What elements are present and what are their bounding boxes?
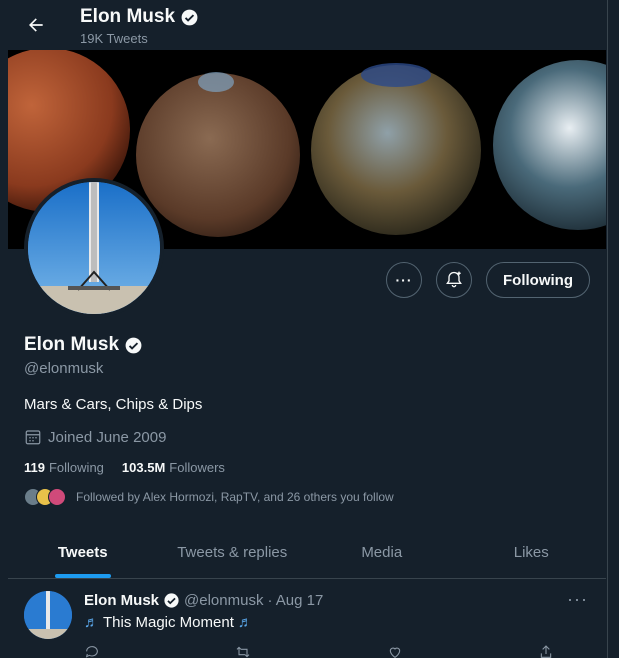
- verified-badge-icon: [125, 337, 142, 353]
- header-name-text: Elon Musk: [80, 6, 176, 27]
- header-name: Elon Musk: [80, 6, 199, 28]
- following-button[interactable]: Following: [486, 262, 590, 298]
- joined-text: Joined June 2009: [48, 428, 167, 446]
- followers-label: Followers: [169, 460, 225, 475]
- more-button[interactable]: ···: [386, 262, 423, 298]
- profile-handle: @elonmusk: [24, 360, 104, 377]
- like-button[interactable]: [387, 644, 409, 658]
- following-link[interactable]: 119 Following: [24, 460, 104, 475]
- reply-icon: [85, 646, 98, 658]
- profile-avatar[interactable]: [24, 178, 164, 318]
- avatar[interactable]: [24, 591, 72, 639]
- tweet[interactable]: Elon Musk @elonmusk · Aug 17 ··· ♬ This …: [8, 579, 606, 658]
- reply-button[interactable]: [84, 644, 106, 658]
- profile-bio: Mars & Cars, Chips & Dips: [24, 396, 203, 413]
- profile-page: Elon Musk 19K Tweets ··· Following Elon …: [0, 0, 608, 658]
- top-bar: Elon Musk 19K Tweets: [0, 0, 607, 50]
- tweet-count: 19K Tweets: [80, 31, 148, 46]
- avatar: [48, 488, 66, 506]
- following-label: Following: [48, 460, 104, 475]
- tab-media[interactable]: Media: [307, 526, 457, 578]
- follow-stats: 119 Following 103.5M Followers: [24, 460, 225, 475]
- tweet-text: ♬ This Magic Moment ♬: [84, 614, 253, 631]
- profile-name: Elon Musk: [24, 334, 143, 356]
- tab-likes[interactable]: Likes: [457, 526, 607, 578]
- music-note-icon: ♬: [84, 614, 99, 631]
- share-icon: [540, 645, 552, 658]
- share-button[interactable]: [538, 644, 554, 658]
- followers-link[interactable]: 103.5M Followers: [122, 460, 225, 475]
- profile-name-text: Elon Musk: [24, 334, 120, 355]
- tab-tweets[interactable]: Tweets: [8, 526, 158, 578]
- notifications-button[interactable]: [436, 262, 473, 298]
- like-icon: [389, 647, 400, 658]
- verified-badge-icon: [164, 593, 179, 608]
- tweet-date[interactable]: · Aug 17: [267, 592, 323, 609]
- tweet-author-name[interactable]: Elon Musk: [84, 592, 159, 609]
- tweet-header: Elon Musk @elonmusk · Aug 17: [84, 592, 323, 609]
- more-icon: ···: [395, 272, 413, 288]
- followers-you-know-avatars: [24, 488, 66, 506]
- retweet-button[interactable]: [235, 644, 257, 658]
- verified-badge-icon: [181, 9, 198, 25]
- notification-bell-icon: [446, 271, 462, 288]
- more-icon[interactable]: ···: [567, 589, 588, 610]
- retweet-icon: [236, 646, 250, 658]
- music-note-icon: ♬: [237, 614, 253, 631]
- tweet-author-handle[interactable]: @elonmusk: [184, 592, 263, 609]
- back-arrow-icon[interactable]: [22, 11, 50, 39]
- profile-tabs: Tweets Tweets & replies Media Likes: [8, 526, 606, 579]
- profile-actions: ··· Following: [386, 262, 590, 298]
- followers-count: 103.5M: [121, 460, 166, 475]
- tweet-text-content: This Magic Moment: [103, 614, 234, 631]
- followed-by[interactable]: Followed by Alex Hormozi, RapTV, and 26 …: [24, 488, 394, 506]
- followed-by-text: Followed by Alex Hormozi, RapTV, and 26 …: [76, 490, 394, 504]
- tweet-actions: [84, 644, 554, 658]
- calendar-icon: [25, 430, 41, 445]
- following-count: 119: [24, 460, 45, 475]
- tab-tweets-replies[interactable]: Tweets & replies: [158, 526, 308, 578]
- joined-date: Joined June 2009: [24, 428, 166, 446]
